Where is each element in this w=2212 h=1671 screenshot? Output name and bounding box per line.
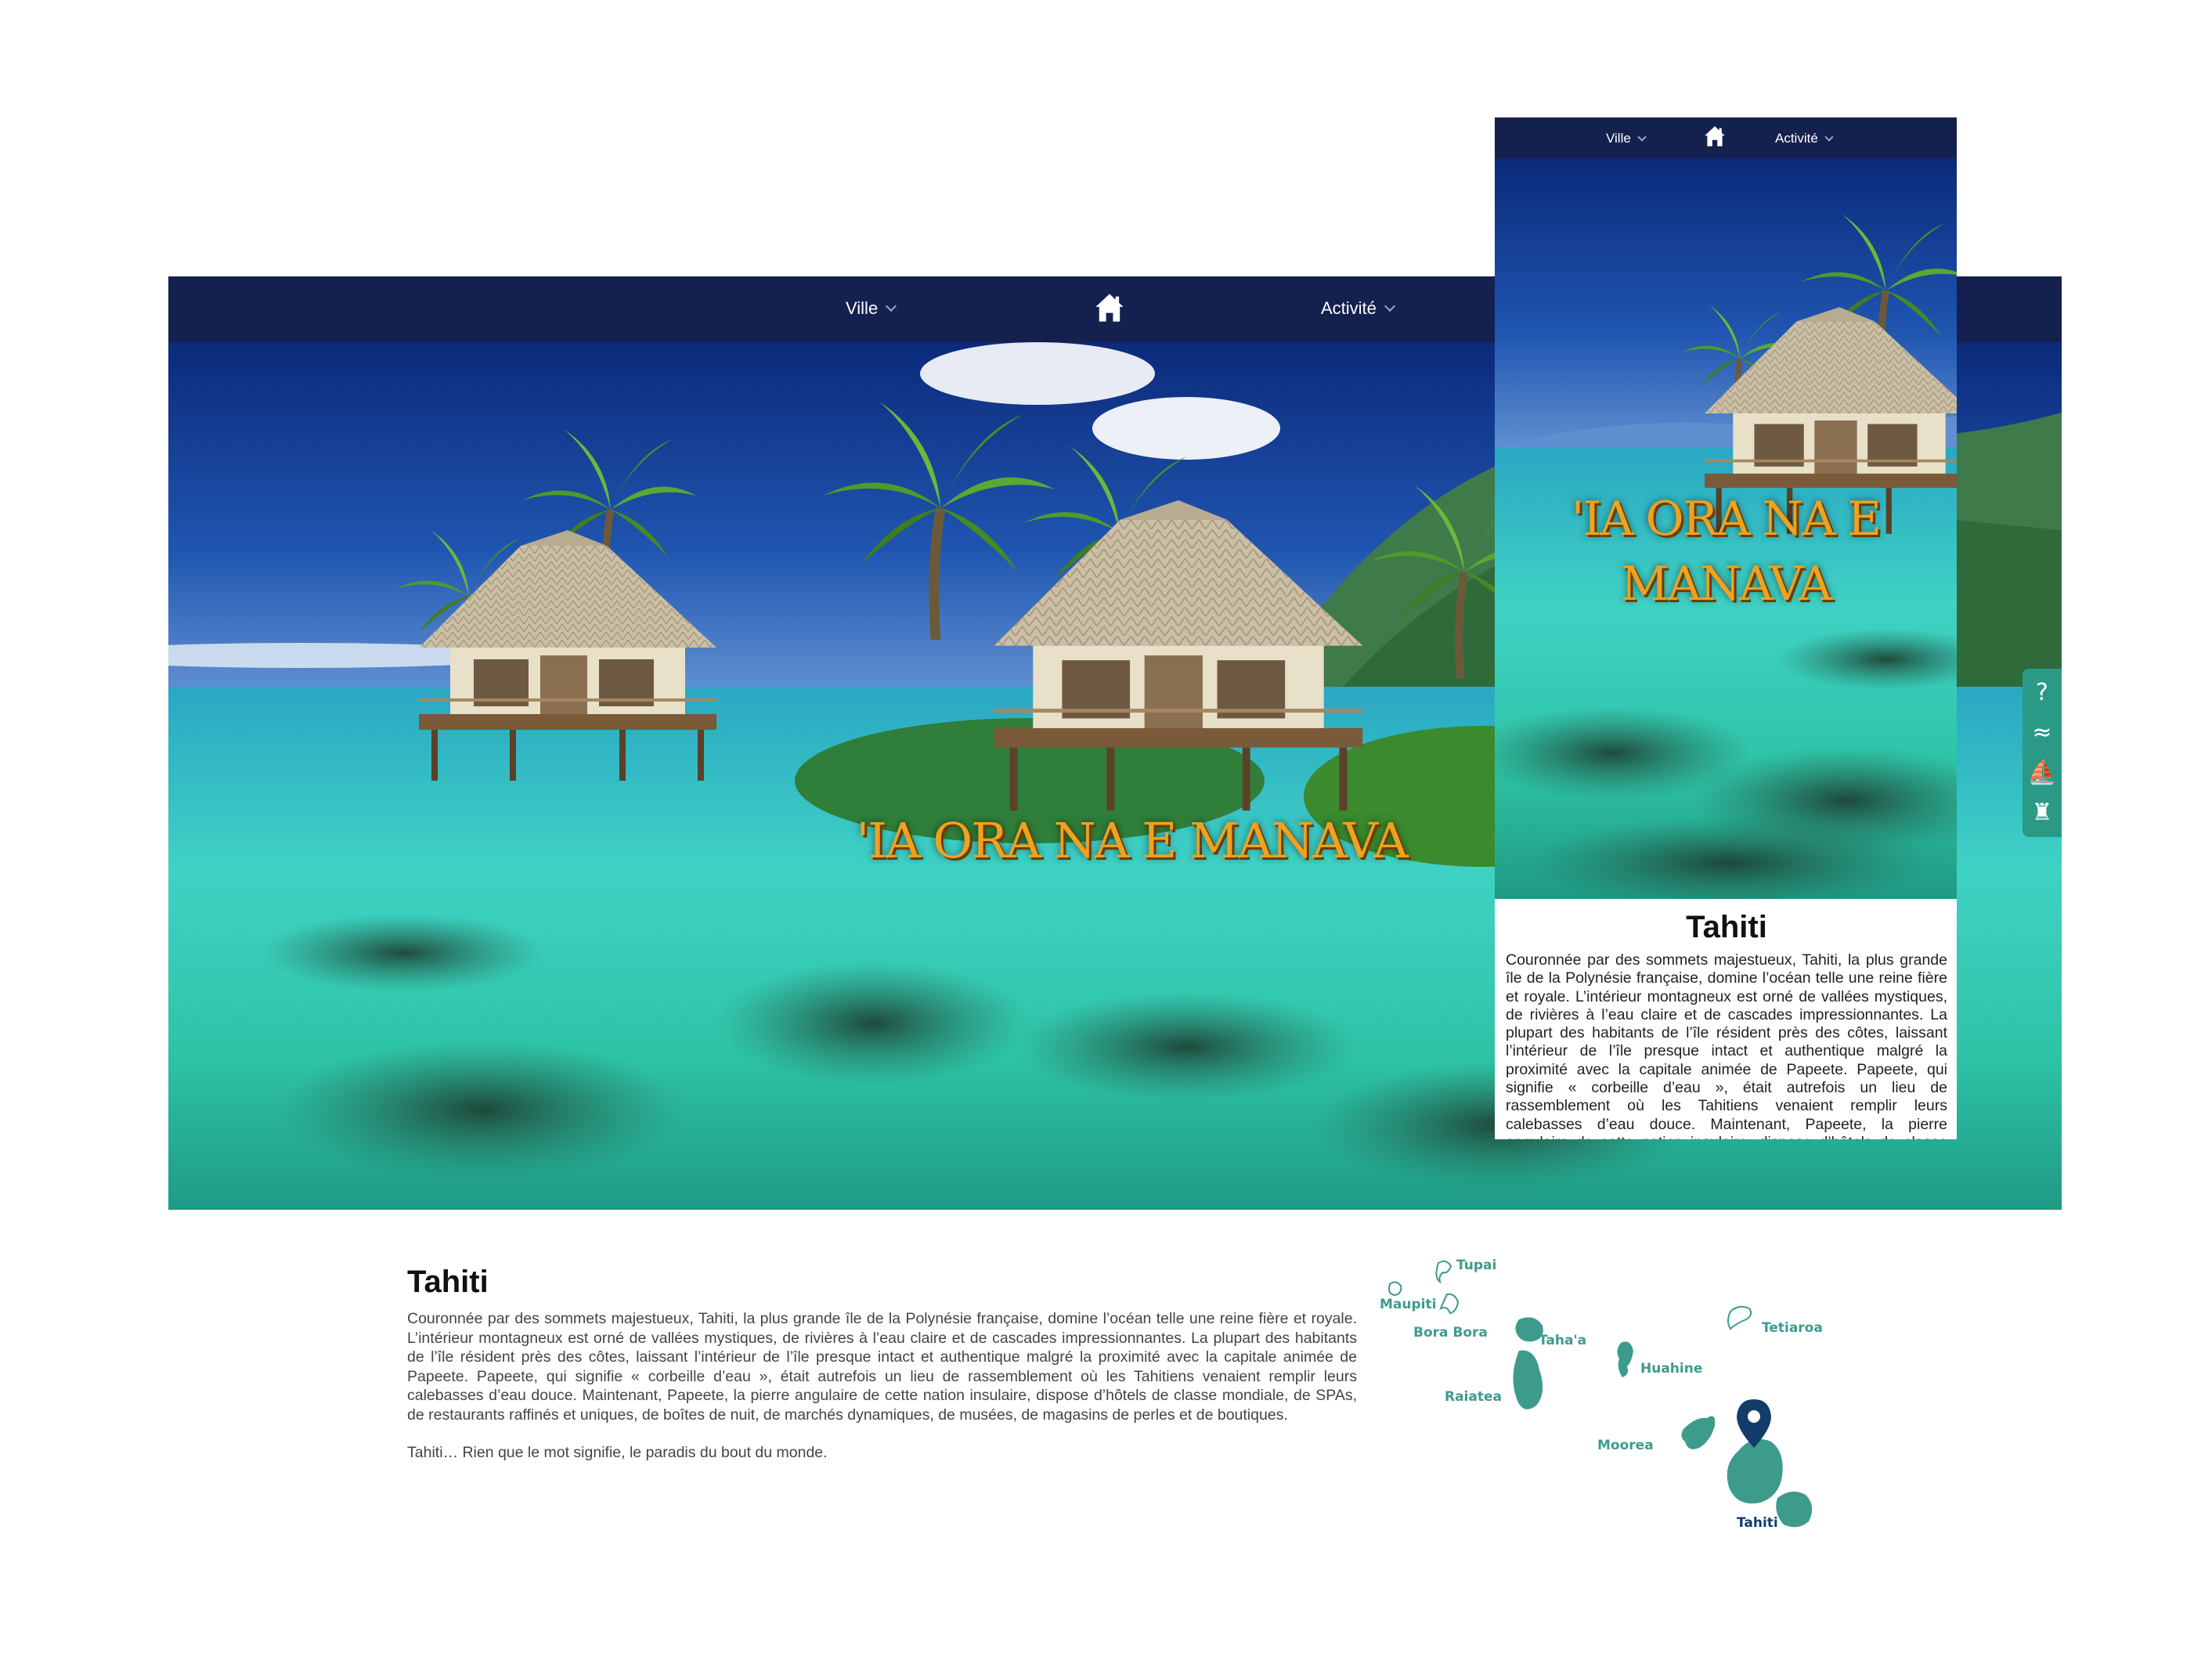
mobile-hero-title: 'IA ORA NA E MANAVA: [1571, 492, 1882, 612]
island-label-raiatea[interactable]: Raiatea: [1445, 1389, 1502, 1405]
wave-icon[interactable]: ≈: [2032, 721, 2051, 745]
mobile-mockup: Ville Activité 'IA ORA NA E MANAVA Tahit…: [1495, 117, 1957, 1139]
nav-ville[interactable]: Ville: [846, 298, 897, 319]
chevron-down-icon: [1824, 132, 1834, 142]
nav-activite-label: Activité: [1775, 131, 1818, 146]
mobile-content-title: Tahiti: [1686, 910, 1767, 944]
mobile-hero-image: 'IA ORA NA E MANAVA: [1495, 158, 1957, 899]
island-tetiaroa-shape: [1727, 1305, 1752, 1330]
nav-activite[interactable]: Activité: [1775, 131, 1834, 146]
island-huahine-shape: [1617, 1341, 1633, 1377]
help-icon[interactable]: ?: [2036, 681, 2048, 705]
island-label-tahiti[interactable]: Tahiti: [1737, 1515, 1778, 1531]
chevron-down-icon: [1637, 132, 1647, 142]
island-tahiti-shape: [1727, 1438, 1813, 1528]
sailboat-icon[interactable]: ⛵: [2027, 760, 2056, 785]
island-moorea-shape: [1681, 1416, 1716, 1449]
nav-ville-label: Ville: [1606, 131, 1631, 146]
island-label-huahine[interactable]: Huahine: [1640, 1361, 1702, 1377]
section-paragraph: Couronnée par des sommets majestueux, Ta…: [407, 1310, 1357, 1424]
home-icon[interactable]: [1092, 291, 1127, 325]
island-tupai-shape: [1435, 1260, 1452, 1284]
mobile-content: Tahiti Couronnée par des sommets majestu…: [1495, 899, 1957, 1139]
section-tagline: Tahiti… Rien que le mot signifie, le par…: [407, 1444, 828, 1461]
island-label-tahaa[interactable]: Taha'a: [1539, 1333, 1586, 1348]
chevron-down-icon: [1384, 300, 1395, 312]
nav-activite-label: Activité: [1321, 298, 1377, 318]
section-title: Tahiti: [407, 1265, 489, 1299]
hero-title: 'IA ORA NA E MANAVA: [856, 812, 1408, 869]
island-borabora-shape: [1439, 1293, 1460, 1315]
island-label-bora-bora[interactable]: Bora Bora: [1413, 1325, 1488, 1341]
island-raiatea-shape: [1513, 1350, 1543, 1409]
home-icon[interactable]: [1702, 124, 1727, 149]
side-toolbar: ? ≈ ⛵ ♜: [2023, 669, 2062, 837]
chevron-down-icon: [886, 300, 897, 312]
island-maupiti-shape: [1387, 1281, 1402, 1297]
nav-ville-label: Ville: [846, 298, 879, 318]
lighthouse-icon[interactable]: ♜: [2032, 800, 2053, 825]
mobile-content-text: Couronnée par des sommets majestueux, Ta…: [1506, 951, 1947, 1139]
nav-activite[interactable]: Activité: [1321, 298, 1395, 319]
island-label-moorea[interactable]: Moorea: [1597, 1438, 1654, 1453]
mobile-top-nav: Ville Activité: [1495, 117, 1957, 158]
island-label-tetiaroa[interactable]: Tetiaroa: [1762, 1320, 1823, 1336]
islands-map: Tupai Maupiti Bora Bora Taha'a Tetiaroa …: [1362, 1241, 1848, 1539]
nav-ville[interactable]: Ville: [1606, 131, 1647, 146]
island-label-tupai[interactable]: Tupai: [1456, 1258, 1496, 1273]
tahiti-section: Tahiti Couronnée par des sommets majestu…: [407, 1265, 1357, 1463]
island-label-maupiti[interactable]: Maupiti: [1380, 1297, 1436, 1312]
